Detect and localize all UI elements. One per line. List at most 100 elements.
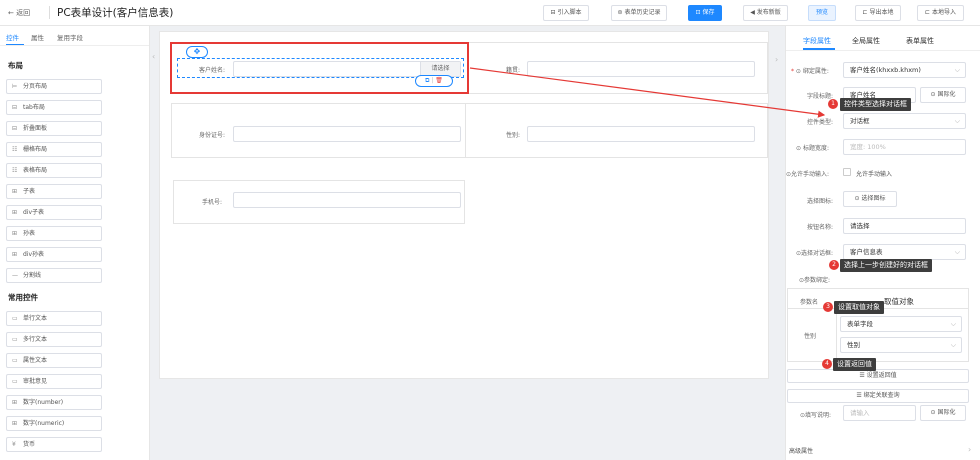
divider-item[interactable]: — 分割线 [6,268,102,283]
section-title-common-controls: 常用控件 [8,293,38,302]
grid-layout-icon: ☷ [12,146,18,153]
preview-button[interactable]: 预览 [808,5,836,21]
tab-reuse-fields[interactable]: 复用字段 [57,32,83,42]
import-local-button[interactable]: ⊏ 本地导入 [917,5,964,21]
select-dialog-label: ⊙选择对话框: [796,250,834,257]
chevron-right-icon[interactable]: › [968,445,971,454]
annotation-tooltip: 选择上一步创建好的对话框 [840,259,932,272]
div-grandchild-table-icon: ⊞ [12,251,18,258]
control-type-label: 控件类型: [807,119,834,126]
chevron-down-icon: ⌵ [950,341,956,349]
multi-line-text-item[interactable]: ▭ 多行文本 [6,332,102,347]
tab-form-properties[interactable]: 表单属性 [906,36,934,46]
annotation-badge: 3 [823,302,833,312]
collapse-right-panel-icon[interactable]: › [775,55,778,64]
tab-layout-item[interactable]: ⊟ tab布局 [6,100,102,115]
numeric-item[interactable]: ⊞ 数字(numeric) [6,416,102,431]
control-type-select[interactable]: 对话框 ⌵ [843,113,966,129]
div-subtable-item[interactable]: ⊞ div子表 [6,205,102,220]
id-number-label: 身份证号: [199,132,226,139]
tab-layout-icon: ⊟ [12,104,18,111]
phone-input[interactable] [233,192,461,208]
advanced-properties-label[interactable]: 高级属性 [789,446,813,455]
annotation-tooltip: 控件类型选择对话框 [840,98,911,111]
form-history-button[interactable]: ⊜ 表单历史记录 [611,5,667,21]
pagination-layout-icon: ⊨ [12,83,18,90]
field-label-label: 字段标题: [807,93,834,100]
set-return-button[interactable]: ☰ 设置返回值 [787,369,969,383]
subtable-item[interactable]: ⊞ 子表 [6,184,102,199]
source-field-select[interactable]: 性别 ⌵ [840,337,962,353]
gender-label: 性别: [506,132,521,139]
allow-input-label: ⊙允许手动输入: [786,171,830,178]
i18n-button[interactable]: ⊙ 国际化 [920,87,966,103]
save-button[interactable]: ⊡ 保存 [688,5,722,21]
i18n-button[interactable]: ⊙ 国际化 [920,405,966,421]
title-width-input[interactable]: 宽度: 100% [843,139,966,155]
divider [786,50,980,51]
import-script-button[interactable]: ⊟ 引入脚本 [543,5,589,21]
divider [49,6,50,19]
source-type-select[interactable]: 表单字段 ⌵ [840,316,962,332]
approval-opinion-item[interactable]: ▭ 审批意见 [6,374,102,389]
column-divider [836,309,837,363]
list-icon: ☰ [859,372,867,379]
chevron-down-icon: ⌵ [954,117,960,125]
multi-line-text-icon: ▭ [12,336,18,343]
nationality-label: 籍贯: [506,67,521,74]
grandchild-table-item[interactable]: ⊞ 孙表 [6,226,102,241]
subtable-icon: ⊞ [12,188,18,195]
chevron-down-icon: ⌵ [950,320,956,328]
currency-item[interactable]: ¥ 货币 [6,437,102,452]
number-icon: ⊞ [12,399,18,406]
annotation-tooltip: 设置取值对象 [834,301,884,314]
select-dialog-select[interactable]: 客户信息表 ⌵ [843,244,966,260]
nationality-input[interactable] [527,61,755,77]
collapse-panel-item[interactable]: ⊟ 折叠面板 [6,121,102,136]
single-line-text-item[interactable]: ▭ 单行文本 [6,311,102,326]
param-binding-label: ⊙参数绑定: [799,277,831,284]
export-local-button[interactable]: ⊏ 导出本地 [855,5,901,21]
select-icon-button[interactable]: ⊙ 选择图标 [843,191,897,207]
button-name-input[interactable]: 请选择 [843,218,966,234]
bind-query-button[interactable]: ☰ 绑定关联查询 [787,389,969,403]
chevron-down-icon: ⌵ [954,66,960,74]
single-line-text-icon: ▭ [12,315,18,322]
id-number-input[interactable] [233,126,461,142]
chevron-down-icon: ⌵ [954,248,960,256]
tab-global-properties[interactable]: 全局属性 [852,36,880,46]
allow-input-checkbox[interactable] [843,168,851,176]
pagination-layout-item[interactable]: ⊨ 分页布局 [6,79,102,94]
div-grandchild-table-item[interactable]: ⊞ div孙表 [6,247,102,262]
component-panel: 控件 属性 复用字段 布局 ⊨ 分页布局 ⊟ tab布局 ⊟ 折叠面板 ☷ 栅格布局 ☷… [0,26,150,460]
param-row-name: 性别 [804,333,817,340]
table-layout-item[interactable]: ☷ 表格布局 [6,163,102,178]
annotation-badge: 1 [828,99,838,109]
title-width-label: ⊙ 标题宽度: [796,145,829,152]
grid-layout-item[interactable]: ☷ 栅格布局 [6,142,102,157]
annotation-badge: 4 [822,359,832,369]
section-title-layout: 布局 [8,61,23,70]
tab-properties[interactable]: 属性 [31,32,44,42]
publish-button[interactable]: ◀ 发布新版 [743,5,788,21]
collapse-left-panel-icon[interactable]: ‹ [152,52,155,61]
attribute-text-item[interactable]: ▭ 属性文本 [6,353,102,368]
import-icon: ⊏ [925,9,932,16]
fill-desc-input[interactable]: 请输入 [843,405,916,421]
numeric-icon: ⊞ [12,420,18,427]
approval-opinion-icon: ▭ [12,378,18,385]
allow-input-checkbox-label: 允许手动输入 [856,171,893,178]
annotation-badge: 2 [829,260,839,270]
button-name-label: 按钮名称: [807,224,834,231]
column-divider [465,103,466,158]
div-subtable-icon: ⊞ [12,209,18,216]
number-item[interactable]: ⊞ 数字(number) [6,395,102,410]
bind-attr-select[interactable]: 客户姓名(khxxb.khxm) ⌵ [843,62,966,78]
tab-field-properties[interactable]: 字段属性 [803,36,831,46]
gender-input[interactable] [527,126,755,142]
tab-controls[interactable]: 控件 [6,32,19,42]
bind-attr-label: * ⊙ 绑定属性: [791,68,829,75]
fill-desc-label: ⊙填写说明: [800,412,832,419]
back-button[interactable]: ← 返回 [8,8,30,18]
currency-icon: ¥ [12,441,16,448]
